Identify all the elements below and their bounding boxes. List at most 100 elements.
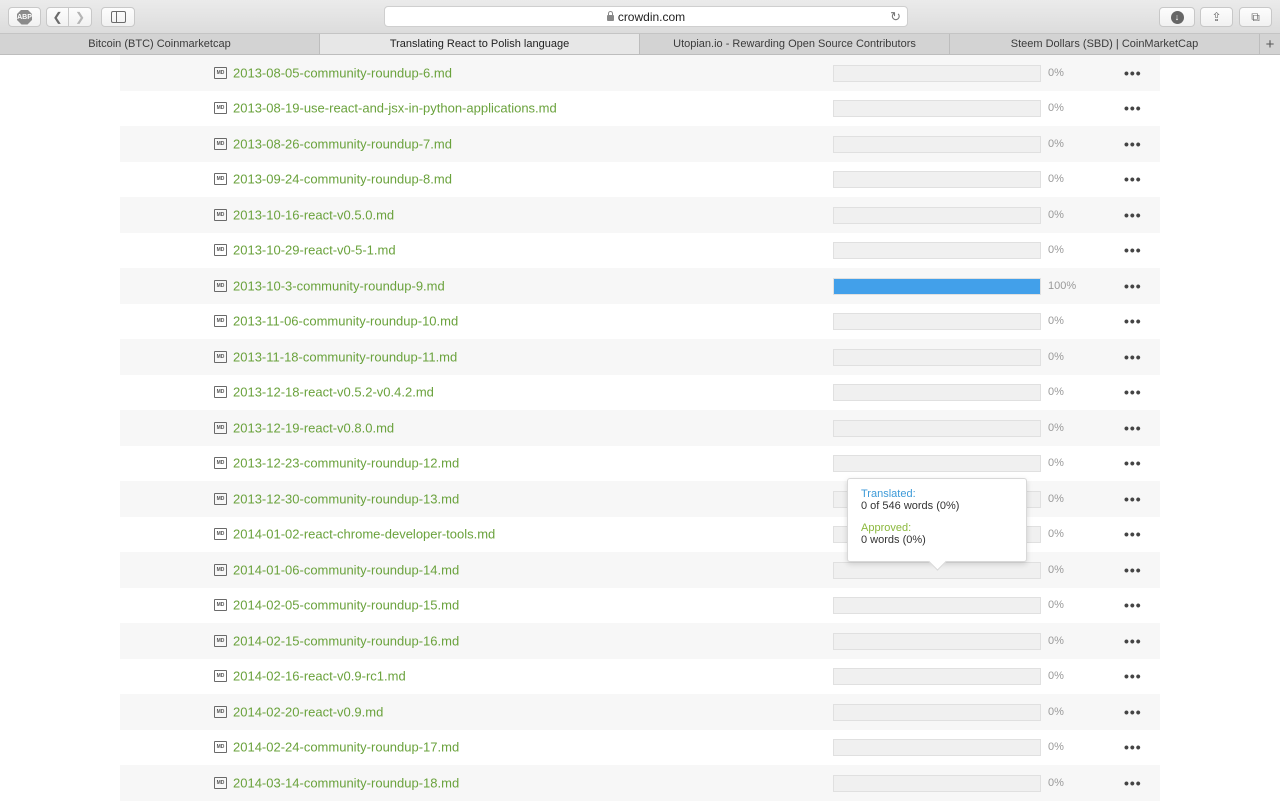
more-options-button[interactable]: ••• bbox=[1124, 420, 1142, 436]
progress-bar[interactable] bbox=[833, 419, 1041, 437]
file-name-link[interactable]: 2013-12-18-react-v0.5.2-v0.4.2.md bbox=[233, 385, 434, 400]
more-options-button[interactable]: ••• bbox=[1124, 455, 1142, 471]
progress-bar[interactable] bbox=[833, 64, 1041, 82]
markdown-file-icon: MD bbox=[214, 457, 227, 470]
file-name-link[interactable]: 2013-12-30-community-roundup-13.md bbox=[233, 491, 459, 506]
more-options-button[interactable]: ••• bbox=[1124, 562, 1142, 578]
more-options-button[interactable]: ••• bbox=[1124, 491, 1142, 507]
file-name-link[interactable]: 2014-02-15-community-roundup-16.md bbox=[233, 633, 459, 648]
markdown-file-icon: MD bbox=[214, 528, 227, 541]
file-name-link[interactable]: 2013-12-23-community-roundup-12.md bbox=[233, 456, 459, 471]
progress-bar[interactable] bbox=[833, 135, 1041, 153]
markdown-file-icon: MD bbox=[214, 315, 227, 328]
back-button[interactable]: ❮ bbox=[46, 7, 69, 27]
more-options-button[interactable]: ••• bbox=[1124, 739, 1142, 755]
more-options-button[interactable]: ••• bbox=[1124, 207, 1142, 223]
progress-bar[interactable] bbox=[833, 384, 1041, 402]
new-tab-button[interactable]: + bbox=[1260, 34, 1280, 54]
file-name-link[interactable]: 2014-02-05-community-roundup-15.md bbox=[233, 598, 459, 613]
file-name-link[interactable]: 2013-10-16-react-v0.5.0.md bbox=[233, 207, 394, 222]
file-name-link[interactable]: 2014-01-06-community-roundup-14.md bbox=[233, 562, 459, 577]
more-options-button[interactable]: ••• bbox=[1124, 100, 1142, 116]
progress-bar[interactable] bbox=[833, 171, 1041, 189]
progress-bar[interactable] bbox=[833, 739, 1041, 757]
markdown-file-icon: MD bbox=[214, 492, 227, 505]
file-name-link[interactable]: 2014-01-02-react-chrome-developer-tools.… bbox=[233, 527, 495, 542]
progress-bar[interactable] bbox=[833, 313, 1041, 331]
more-options-button[interactable]: ••• bbox=[1124, 384, 1142, 400]
file-name-link[interactable]: 2013-08-19-use-react-and-jsx-in-python-a… bbox=[233, 101, 557, 116]
progress-percent: 0% bbox=[1048, 137, 1064, 150]
progress-bar[interactable] bbox=[833, 242, 1041, 260]
file-list: MD 2013-08-05-community-roundup-6.md 0% •••… bbox=[120, 55, 1160, 801]
download-icon: ↓ bbox=[1170, 10, 1184, 24]
translated-label: Translated: bbox=[861, 488, 916, 500]
progress-bar[interactable] bbox=[833, 206, 1041, 224]
more-options-button[interactable]: ••• bbox=[1124, 775, 1142, 791]
progress-bar[interactable] bbox=[833, 668, 1041, 686]
progress-bar[interactable] bbox=[833, 703, 1041, 721]
file-row: MD 2013-12-23-community-roundup-12.md 0% ••… bbox=[120, 446, 1160, 482]
file-name-link[interactable]: 2014-03-14-community-roundup-18.md bbox=[233, 775, 459, 790]
show-tabs-button[interactable]: ⧉ bbox=[1239, 7, 1272, 27]
forward-button[interactable]: ❯ bbox=[69, 7, 92, 27]
markdown-file-icon: MD bbox=[214, 66, 227, 79]
more-options-button[interactable]: ••• bbox=[1124, 242, 1142, 258]
progress-bar[interactable] bbox=[833, 632, 1041, 650]
share-icon: ⇪ bbox=[1211, 10, 1222, 24]
more-options-button[interactable]: ••• bbox=[1124, 278, 1142, 294]
more-options-button[interactable]: ••• bbox=[1124, 349, 1142, 365]
tab-utopian[interactable]: Utopian.io - Rewarding Open Source Contr… bbox=[640, 34, 950, 54]
markdown-file-icon: MD bbox=[214, 670, 227, 683]
progress-percent: 0% bbox=[1048, 528, 1064, 541]
file-name-link[interactable]: 2013-08-26-community-roundup-7.md bbox=[233, 136, 452, 151]
file-name-link[interactable]: 2013-10-3-community-roundup-9.md bbox=[233, 278, 445, 293]
share-button[interactable]: ⇪ bbox=[1200, 7, 1233, 27]
file-name-link[interactable]: 2013-11-18-community-roundup-11.md bbox=[233, 349, 457, 364]
markdown-file-icon: MD bbox=[214, 102, 227, 115]
file-name-link[interactable]: 2013-09-24-community-roundup-8.md bbox=[233, 172, 452, 187]
more-options-button[interactable]: ••• bbox=[1124, 313, 1142, 329]
file-row: MD 2013-12-19-react-v0.8.0.md 0% ••• bbox=[120, 410, 1160, 446]
file-name-link[interactable]: 2014-02-16-react-v0.9-rc1.md bbox=[233, 669, 406, 684]
markdown-file-icon: MD bbox=[214, 350, 227, 363]
file-name-link[interactable]: 2014-02-24-community-roundup-17.md bbox=[233, 740, 459, 755]
progress-bar[interactable] bbox=[833, 277, 1041, 295]
file-row: MD 2013-12-18-react-v0.5.2-v0.4.2.md 0% ••• bbox=[120, 375, 1160, 411]
progress-bar[interactable] bbox=[833, 774, 1041, 792]
file-name-link[interactable]: 2013-12-19-react-v0.8.0.md bbox=[233, 420, 394, 435]
file-name-link[interactable]: 2014-02-20-react-v0.9.md bbox=[233, 704, 383, 719]
progress-bar[interactable] bbox=[833, 100, 1041, 118]
address-bar[interactable]: crowdin.com ↻ bbox=[384, 6, 908, 27]
markdown-file-icon: MD bbox=[214, 173, 227, 186]
more-options-button[interactable]: ••• bbox=[1124, 633, 1142, 649]
file-row: MD 2014-02-16-react-v0.9-rc1.md 0% ••• bbox=[120, 659, 1160, 695]
progress-bar[interactable] bbox=[833, 348, 1041, 366]
file-row: MD 2013-10-29-react-v0-5-1.md 0% ••• bbox=[120, 233, 1160, 269]
file-row: MD 2014-02-24-community-roundup-17.md 0% ••… bbox=[120, 730, 1160, 766]
file-row: MD 2013-10-3-community-roundup-9.md 100% ••… bbox=[120, 268, 1160, 304]
progress-bar[interactable] bbox=[833, 597, 1041, 615]
more-options-button[interactable]: ••• bbox=[1124, 526, 1142, 542]
file-name-link[interactable]: 2013-10-29-react-v0-5-1.md bbox=[233, 243, 396, 258]
more-options-button[interactable]: ••• bbox=[1124, 597, 1142, 613]
markdown-file-icon: MD bbox=[214, 563, 227, 576]
adblock-icon: ABP bbox=[17, 9, 32, 25]
more-options-button[interactable]: ••• bbox=[1124, 171, 1142, 187]
more-options-button[interactable]: ••• bbox=[1124, 65, 1142, 81]
file-name-link[interactable]: 2013-11-06-community-roundup-10.md bbox=[233, 314, 458, 329]
progress-percent: 0% bbox=[1048, 563, 1064, 576]
more-options-button[interactable]: ••• bbox=[1124, 668, 1142, 684]
progress-bar[interactable] bbox=[833, 455, 1041, 473]
more-options-button[interactable]: ••• bbox=[1124, 136, 1142, 152]
tab-bitcoin[interactable]: Bitcoin (BTC) Coinmarketcap bbox=[0, 34, 320, 54]
adblock-button[interactable]: ABP bbox=[8, 7, 41, 27]
progress-percent: 0% bbox=[1048, 208, 1064, 221]
more-options-button[interactable]: ••• bbox=[1124, 704, 1142, 720]
file-name-link[interactable]: 2013-08-05-community-roundup-6.md bbox=[233, 65, 452, 80]
tab-react-polish[interactable]: Translating React to Polish language bbox=[320, 34, 640, 54]
reload-icon[interactable]: ↻ bbox=[890, 9, 901, 25]
tab-steem-dollars[interactable]: Steem Dollars (SBD) | CoinMarketCap bbox=[950, 34, 1260, 54]
sidebar-toggle-button[interactable] bbox=[101, 7, 135, 27]
downloads-button[interactable]: ↓ bbox=[1159, 7, 1195, 27]
